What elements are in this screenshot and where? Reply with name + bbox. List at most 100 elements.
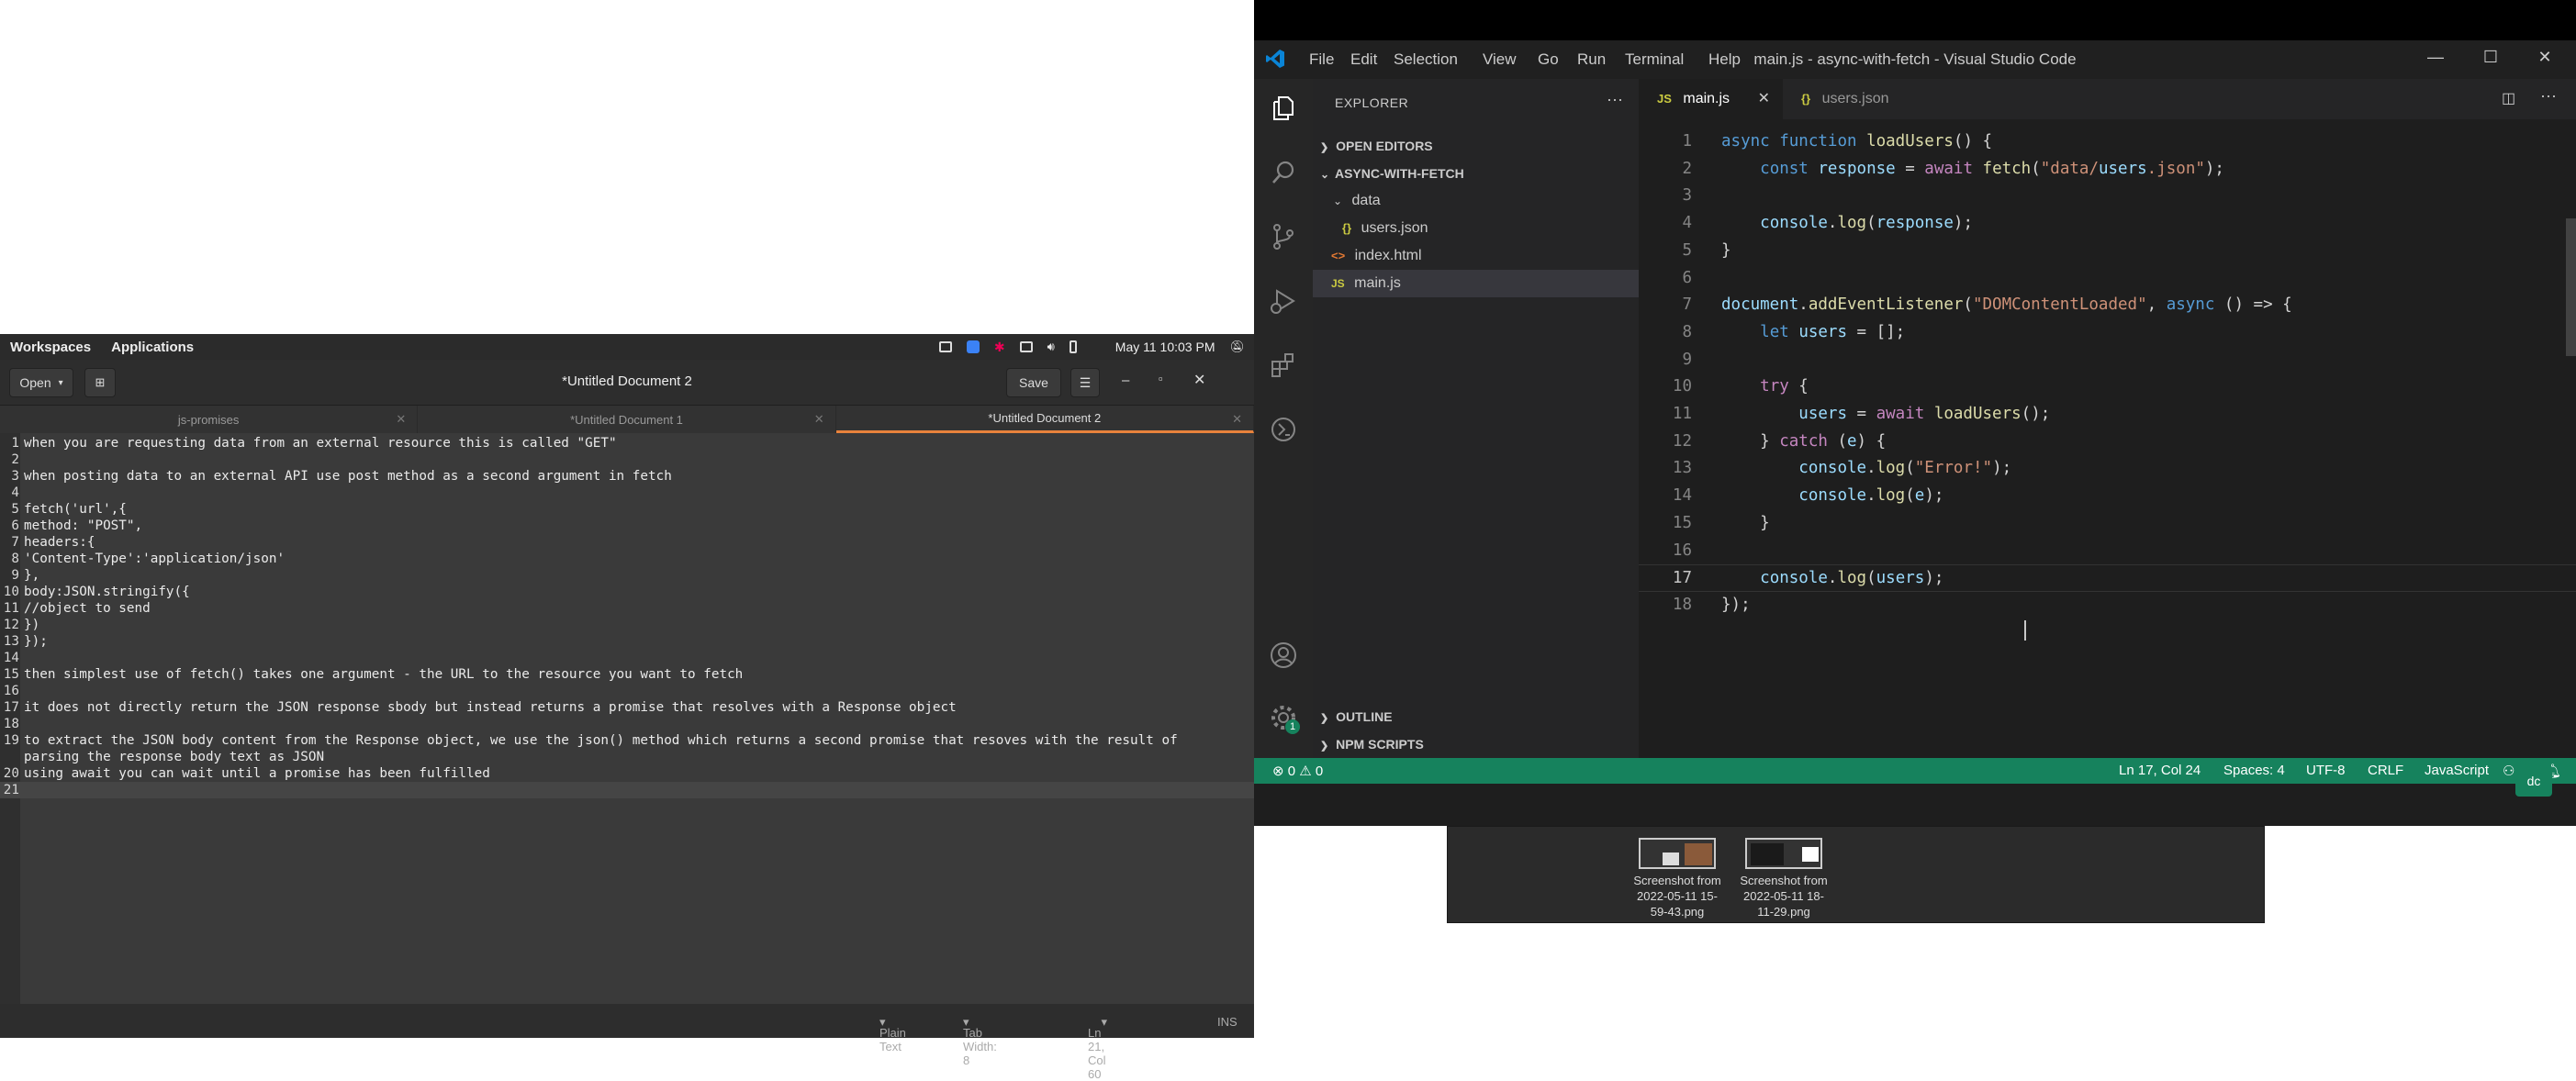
- tab-js-promises[interactable]: js-promises ✕: [0, 406, 419, 433]
- line-text: method: "POST",: [24, 518, 143, 533]
- shelf-item[interactable]: Screenshot from 2022-05-11 18-11-29.png: [1738, 838, 1830, 919]
- code-text: document.addEventListener("DOMContentLoa…: [1721, 295, 2292, 315]
- feedback-icon[interactable]: ⚇: [2503, 763, 2514, 779]
- cursor-position[interactable]: Ln 17, Col 24: [2119, 763, 2201, 778]
- file-index-html[interactable]: <> index.html: [1313, 242, 1639, 270]
- code-text: }: [1721, 513, 1770, 532]
- screen-icon[interactable]: [938, 341, 952, 352]
- code-text: try {: [1760, 377, 1809, 396]
- gedit-line: 21: [0, 782, 1254, 798]
- line-text: when posting data to an external API use…: [24, 469, 672, 484]
- save-button[interactable]: Save: [1006, 368, 1061, 397]
- more-actions-icon[interactable]: ···: [1607, 90, 1623, 109]
- code-editor[interactable]: 1 async function loadUsers() {2 const res…: [1639, 119, 2576, 758]
- tab-width-selector[interactable]: Tab Width: 8 ▾: [963, 1015, 997, 1067]
- folder-data[interactable]: ⌄ data: [1313, 187, 1639, 215]
- open-editors-label: OPEN EDITORS: [1336, 139, 1433, 153]
- volume-icon[interactable]: 🔊︎: [1047, 340, 1055, 354]
- project-folder[interactable]: ⌄ ASYNC-WITH-FETCH: [1313, 160, 1639, 187]
- file-main-js[interactable]: JS main.js: [1313, 270, 1639, 297]
- line-number: 17: [3, 700, 19, 715]
- tab-untitled-document-2[interactable]: *Untitled Document 2 ✕: [835, 406, 1254, 433]
- line-text: body:JSON.stringify({: [24, 585, 190, 599]
- language-selector[interactable]: Plain Text ▾: [879, 1015, 906, 1053]
- tab-label: *Untitled Document 1: [570, 412, 683, 427]
- search-icon[interactable]: [1269, 158, 1298, 187]
- line-text: then simplest use of fetch() takes one a…: [24, 667, 744, 682]
- maximize-icon[interactable]: ☐: [2480, 48, 2502, 70]
- line-text: it does not directly return the JSON res…: [24, 700, 957, 715]
- code-text: async function loadUsers() {: [1721, 132, 1993, 150]
- clock[interactable]: May 11 10:03 PM: [1115, 340, 1215, 354]
- vertical-scrollbar[interactable]: [2566, 218, 2576, 356]
- gedit-statusbar: Plain Text ▾ Tab Width: 8 ▾ Ln 21, Col 6…: [0, 1004, 1254, 1081]
- tab-close-icon[interactable]: ✕: [1758, 79, 1770, 119]
- code-line: 13 console.log("Error!");: [1639, 455, 2576, 483]
- tab-label: main.js: [1683, 91, 1730, 106]
- hamburger-menu-button[interactable]: ☰: [1070, 368, 1100, 397]
- applications-menu[interactable]: Applications: [101, 340, 204, 355]
- system-tray: ✱ 🔊︎ May 11 10:03 PM 🔕︎: [938, 334, 1245, 360]
- language-mode[interactable]: JavaScript: [2425, 763, 2489, 778]
- tab-main-js[interactable]: JS main.js ✕: [1639, 79, 1783, 119]
- code-text: console.log("Error!");: [1798, 459, 2012, 478]
- remote-icon[interactable]: [1269, 415, 1298, 444]
- outline-section[interactable]: ❯ OUTLINE: [1313, 703, 1639, 730]
- accounts-icon[interactable]: [1269, 641, 1298, 670]
- indentation[interactable]: Spaces: 4: [2223, 763, 2285, 778]
- slack-icon[interactable]: ✱: [994, 340, 1005, 355]
- file-users-json[interactable]: {} users.json: [1313, 215, 1639, 242]
- line-number: 8: [1682, 322, 1692, 341]
- cursor-position[interactable]: Ln 21, Col 60 ▾: [1088, 1015, 1107, 1081]
- code-line: 7 document.addEventListener("DOMContentLo…: [1639, 292, 2576, 319]
- line-text: headers:{: [24, 535, 95, 550]
- maximize-icon[interactable]: ▫: [1159, 372, 1163, 385]
- tab-close-icon[interactable]: ✕: [396, 412, 406, 427]
- file-shelf: Screenshot from 2022-05-11 15-59-43.png …: [1447, 826, 2265, 923]
- display-icon[interactable]: [1019, 341, 1033, 352]
- battery-icon[interactable]: [1069, 340, 1077, 353]
- minimize-icon[interactable]: —: [2425, 48, 2447, 70]
- open-button[interactable]: Open ▾: [9, 368, 73, 397]
- line-number: 14: [1672, 486, 1692, 506]
- app-indicator-icon[interactable]: [966, 340, 980, 353]
- npm-scripts-section[interactable]: ❯ NPM SCRIPTS: [1313, 730, 1639, 758]
- tab-untitled-document-1[interactable]: *Untitled Document 1 ✕: [418, 406, 836, 433]
- problems-indicator[interactable]: ⊗ 0 ⚠ 0: [1272, 763, 1323, 779]
- more-actions-icon[interactable]: ···: [2540, 86, 2557, 106]
- code-line: 16: [1639, 538, 2576, 565]
- line-number: 4: [1682, 214, 1692, 233]
- manage-gear-icon[interactable]: 1: [1269, 703, 1300, 734]
- code-text: });: [1721, 595, 1751, 614]
- line-text: when you are requesting data from an ext…: [24, 436, 617, 451]
- extensions-icon[interactable]: [1269, 351, 1298, 380]
- window-title: *Untitled Document 2: [562, 373, 692, 389]
- tab-close-icon[interactable]: ✕: [814, 412, 824, 427]
- close-icon[interactable]: ✕: [2534, 48, 2556, 70]
- dock-app-icon[interactable]: dc: [2515, 765, 2552, 797]
- line-text: },: [24, 568, 40, 583]
- code-text: console.log(users);: [1760, 569, 1944, 588]
- workspaces-menu[interactable]: Workspaces: [0, 340, 101, 355]
- chevron-right-icon: ❯: [1320, 142, 1329, 153]
- encoding[interactable]: UTF-8: [2306, 763, 2346, 778]
- run-debug-icon[interactable]: [1269, 286, 1298, 316]
- line-text: });: [24, 634, 48, 649]
- split-editor-icon[interactable]: ◫: [2502, 89, 2515, 107]
- line-ending[interactable]: CRLF: [2368, 763, 2403, 778]
- minimize-icon[interactable]: –: [1122, 373, 1129, 388]
- notifications-off-icon[interactable]: 🔕︎: [1229, 340, 1245, 354]
- tab-users-json[interactable]: {} users.json: [1783, 79, 1930, 119]
- new-tab-button[interactable]: ⊞: [84, 368, 116, 397]
- close-icon[interactable]: ✕: [1193, 371, 1205, 389]
- gedit-text-area[interactable]: 1 when you are requesting data from an ex…: [0, 433, 1254, 1004]
- source-control-icon[interactable]: [1269, 222, 1298, 251]
- line-number: 10: [3, 585, 19, 599]
- explorer-icon[interactable]: [1269, 94, 1298, 123]
- desktop-background: [1254, 0, 2576, 40]
- shelf-item[interactable]: Screenshot from 2022-05-11 15-59-43.png: [1631, 838, 1723, 919]
- line-number: 16: [3, 684, 19, 698]
- gedit-line: 20 using await you can wait until a promi…: [0, 765, 1254, 782]
- tab-close-icon[interactable]: ✕: [1232, 412, 1242, 427]
- open-editors-section[interactable]: ❯ OPEN EDITORS: [1313, 132, 1639, 160]
